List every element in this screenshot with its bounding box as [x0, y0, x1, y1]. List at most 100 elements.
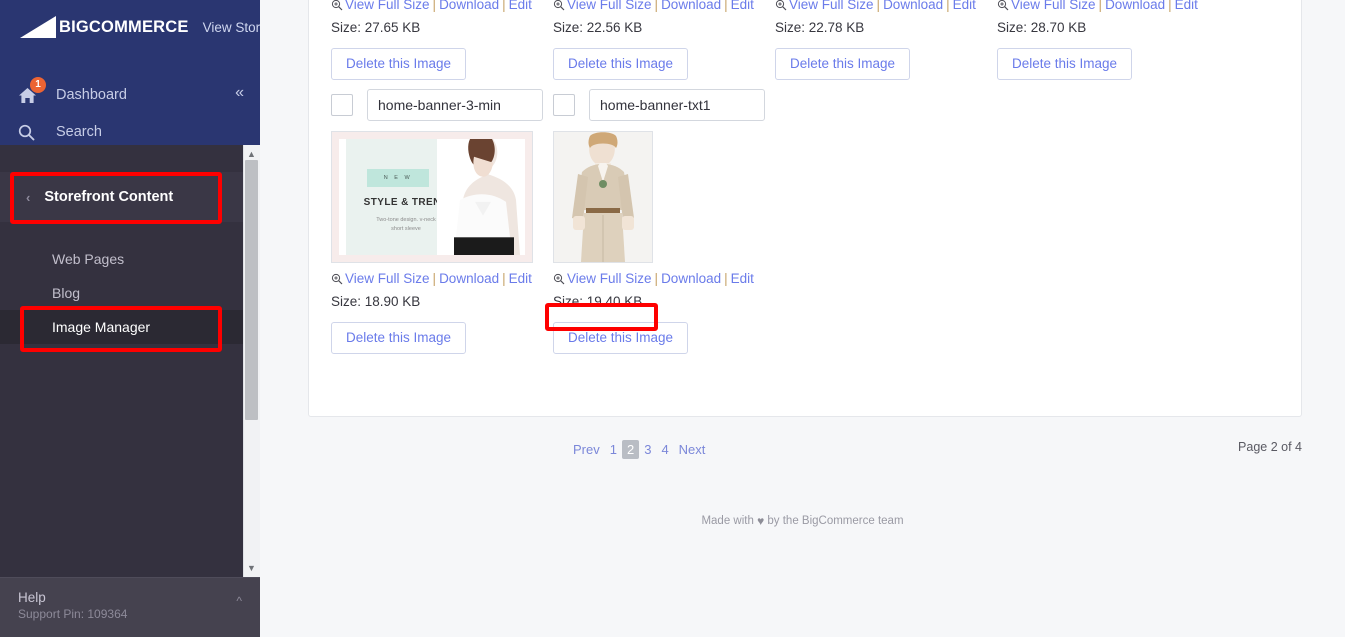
magnifier-plus-icon [997, 0, 1009, 15]
thumb-model-illustration [437, 139, 525, 255]
sidebar-help[interactable]: Help Support Pin: 109364 ^ [0, 577, 260, 637]
image-links: View Full Size | Download | Edit [331, 0, 553, 15]
delete-image-button[interactable]: Delete this Image [331, 48, 467, 80]
image-cell: View Full Size | Download | Edit Size: 28.70… [997, 0, 1219, 80]
link-separator: | [654, 271, 659, 286]
download-link[interactable]: Download [439, 271, 499, 286]
scroll-up-arrow-icon[interactable]: ▲ [245, 148, 258, 161]
help-label[interactable]: Help [18, 589, 242, 606]
view-full-size-link[interactable]: View Full Size [345, 271, 430, 286]
sidebar-item-web-pages-label: Web Pages [52, 251, 125, 267]
image-thumbnail[interactable]: N E W STYLE & TREND Two-tone design. v-n… [331, 131, 533, 263]
sidebar-item-blog[interactable]: Blog [0, 276, 243, 310]
sidebar-item-web-pages[interactable]: Web Pages [0, 242, 243, 276]
edit-link[interactable]: Edit [1175, 0, 1198, 12]
download-link[interactable]: Download [439, 0, 499, 12]
image-cell: View Full Size | Download | Edit Size: 22.78… [775, 0, 997, 80]
sidebar-item-image-manager-label: Image Manager [52, 319, 151, 335]
image-links: View Full Size | Download | Edit [997, 0, 1219, 15]
edit-link[interactable]: Edit [953, 0, 976, 12]
link-separator: | [654, 0, 659, 12]
pagination-page-3[interactable]: 3 [639, 440, 656, 459]
sidebar: BIGCOMMERCE View Store 1 Dashboard [0, 0, 260, 637]
link-separator: | [432, 0, 437, 12]
download-link[interactable]: Download [661, 0, 721, 12]
pagination-next[interactable]: Next [674, 440, 711, 459]
view-store-label: View Store [202, 20, 260, 35]
thumbnail-art-suit [554, 132, 652, 262]
collapse-sidebar-icon[interactable]: « [235, 84, 244, 102]
magnifier-plus-icon [331, 0, 343, 15]
magnifier-plus-icon [775, 0, 787, 15]
delete-image-button[interactable]: Delete this Image [997, 48, 1133, 80]
image-row: N E W STYLE & TREND Two-tone design. v-n… [331, 89, 1281, 354]
sidebar-item-image-manager[interactable]: Image Manager [0, 310, 243, 344]
scroll-down-arrow-icon[interactable]: ▼ [245, 562, 258, 575]
link-separator: | [502, 0, 506, 12]
delete-image-button[interactable]: Delete this Image [553, 48, 689, 80]
image-name-input[interactable] [367, 89, 543, 121]
view-full-size-link[interactable]: View Full Size [345, 0, 430, 12]
view-full-size-link[interactable]: View Full Size [567, 0, 652, 12]
image-select-checkbox[interactable] [553, 94, 575, 116]
image-links: View Full Size | Download | Edit [775, 0, 997, 15]
link-separator: | [724, 271, 728, 286]
pagination-page-4[interactable]: 4 [656, 440, 673, 459]
image-name-input[interactable] [589, 89, 765, 121]
thumbnail-art-banner: N E W STYLE & TREND Two-tone design. v-n… [332, 132, 532, 262]
support-pin-label: Support Pin: 109364 [18, 607, 128, 621]
image-size: Size: 22.78 KB [775, 20, 865, 35]
pagination-page-2[interactable]: 2 [621, 440, 640, 459]
link-separator: | [1168, 0, 1172, 12]
view-store-link[interactable]: View Store [203, 20, 260, 35]
image-cell-header [331, 89, 553, 121]
chevron-left-icon: ‹ [26, 189, 31, 205]
image-cell-header [553, 89, 775, 121]
image-cell: View Full Size | Download | Edit Size: 22.56… [553, 0, 775, 80]
home-icon: 1 [18, 76, 48, 104]
link-separator: | [946, 0, 950, 12]
sidebar-item-blog-label: Blog [52, 285, 81, 301]
sidebar-section-storefront-content[interactable]: ‹ Storefront Content [0, 172, 243, 222]
dashboard-badge: 1 [30, 76, 46, 93]
image-grid: View Full Size | Download | Edit Size: 27.65… [331, 0, 1281, 354]
sidebar-scrollbar-thumb[interactable] [245, 160, 258, 420]
edit-link[interactable]: Edit [731, 271, 754, 286]
delete-image-button[interactable]: Delete this Image [553, 322, 689, 354]
sidebar-item-search-label: Search [56, 124, 102, 140]
edit-link[interactable]: Edit [509, 0, 532, 12]
image-links: View Full Size | Download | Edit [553, 0, 775, 15]
image-thumbnail[interactable] [553, 131, 653, 263]
image-size: Size: 27.65 KB [331, 20, 421, 35]
pagination-prev[interactable]: Prev [568, 440, 605, 459]
link-separator: | [1098, 0, 1103, 12]
image-size: Size: 28.70 KB [997, 20, 1087, 35]
delete-image-button[interactable]: Delete this Image [331, 322, 467, 354]
chevron-up-icon[interactable]: ^ [236, 594, 242, 608]
image-links: View Full Size | Download | Edit [553, 271, 775, 289]
image-select-checkbox[interactable] [331, 94, 353, 116]
image-links: View Full Size | Download | Edit [331, 271, 553, 289]
footer-credit: Made with ♥ by the BigCommerce team [260, 514, 1345, 528]
edit-link[interactable]: Edit [509, 271, 532, 286]
logo-text: BIGCOMMERCE [59, 18, 189, 37]
image-size: Size: 22.56 KB [553, 20, 643, 35]
view-full-size-link[interactable]: View Full Size [567, 271, 652, 286]
thumb-new-tag: N E W [367, 169, 429, 187]
download-link[interactable]: Download [661, 271, 721, 286]
pagination-page-1[interactable]: 1 [605, 440, 622, 459]
sidebar-item-search[interactable]: Search [0, 118, 260, 146]
link-separator: | [724, 0, 728, 12]
bigcommerce-logo[interactable]: BIGCOMMERCE [18, 16, 189, 39]
download-link[interactable]: Download [1105, 0, 1165, 12]
sidebar-header: BIGCOMMERCE View Store 1 Dashboard [0, 0, 260, 145]
edit-link[interactable]: Edit [731, 0, 754, 12]
sidebar-item-dashboard[interactable]: 1 Dashboard [0, 76, 260, 110]
footer-prefix: Made with [701, 515, 758, 527]
delete-image-button[interactable]: Delete this Image [775, 48, 911, 80]
page-indicator: Page 2 of 4 [1238, 440, 1302, 454]
download-link[interactable]: Download [883, 0, 943, 12]
view-full-size-link[interactable]: View Full Size [1011, 0, 1096, 12]
view-full-size-link[interactable]: View Full Size [789, 0, 874, 12]
link-separator: | [432, 271, 437, 286]
